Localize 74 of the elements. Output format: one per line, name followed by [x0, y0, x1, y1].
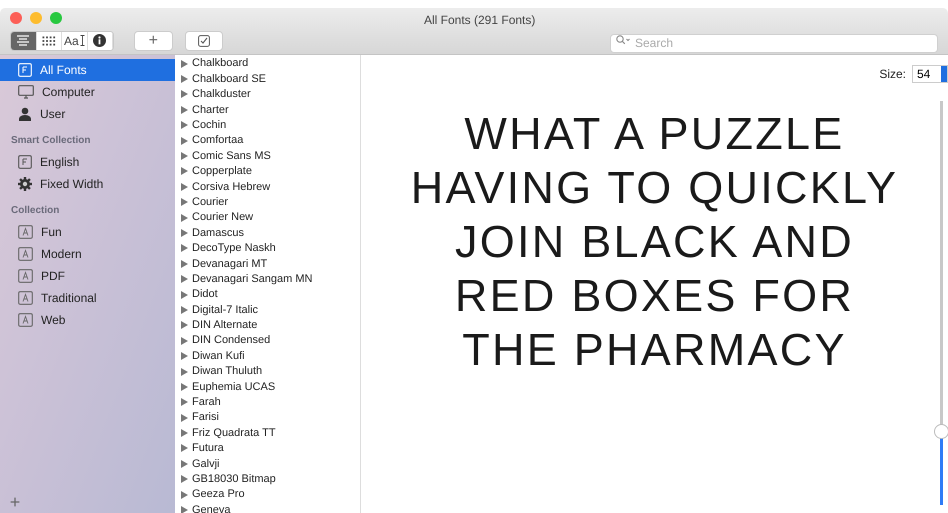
- sidebar-item[interactable]: Fun: [0, 221, 175, 243]
- font-list-item[interactable]: Galvji: [181, 456, 360, 472]
- preview-text-line: HAVING TO QUICKLY: [410, 161, 898, 215]
- collection-icon: [18, 291, 33, 305]
- font-file-icon: [18, 63, 32, 77]
- font-list-item[interactable]: Didot: [181, 286, 360, 302]
- font-list-item[interactable]: Diwan Thuluth: [181, 364, 360, 380]
- sidebar-item[interactable]: All Fonts: [0, 59, 175, 81]
- sidebar-item[interactable]: User: [0, 103, 175, 125]
- grid-icon: [42, 36, 56, 46]
- sidebar-item[interactable]: Traditional: [0, 287, 175, 309]
- font-list-item[interactable]: Friz Quadrata TT: [181, 425, 360, 441]
- slider-thumb[interactable]: [934, 424, 948, 440]
- view-mode-button[interactable]: [11, 32, 37, 50]
- font-list-item[interactable]: DecoType Naskh: [181, 240, 360, 256]
- sidebar-item[interactable]: Fixed Width: [0, 173, 175, 195]
- checkbox-icon: [198, 34, 210, 47]
- sample-label: Aa: [64, 32, 79, 50]
- font-list-item[interactable]: Digital-7 Italic: [181, 302, 360, 318]
- font-list-item[interactable]: Corsiva Hebrew: [181, 179, 360, 195]
- font-list-item[interactable]: Cochin: [181, 118, 360, 133]
- collection-icon: [18, 313, 33, 327]
- font-list-item[interactable]: Chalkduster: [181, 86, 360, 102]
- font-list-item[interactable]: Geeza Pro: [181, 486, 360, 502]
- sidebar-item[interactable]: Web: [0, 309, 175, 331]
- section-heading: Smart Collection: [10, 134, 92, 148]
- font-list-item[interactable]: Courier: [181, 194, 360, 210]
- preview-text-line: WHAT A PUZZLE: [464, 107, 845, 161]
- sidebar-item[interactable]: English: [0, 151, 175, 173]
- font-list-item[interactable]: Comic Sans MS: [181, 148, 360, 164]
- list-icon: [16, 35, 30, 46]
- person-icon: [18, 107, 32, 121]
- text-cursor-icon: [80, 35, 85, 46]
- font-list-item[interactable]: Diwan Kufi: [181, 348, 360, 364]
- font-list-item[interactable]: Futura: [181, 440, 360, 456]
- sidebar-item[interactable]: Modern: [0, 243, 175, 265]
- add-button[interactable]: +: [134, 30, 173, 51]
- collection-icon: [18, 225, 33, 239]
- font-file-icon: [18, 155, 32, 169]
- preview-text-line: JOIN BLACK AND: [454, 215, 854, 269]
- font-list-item[interactable]: DIN Condensed: [181, 333, 360, 348]
- font-list-item[interactable]: Geneva: [181, 502, 360, 513]
- font-list-item[interactable]: Damascus: [181, 225, 360, 241]
- font-list-item[interactable]: Comfortaa: [181, 132, 360, 148]
- window-title: All Fonts (291 Fonts): [424, 12, 536, 29]
- gear-icon: [18, 177, 32, 191]
- font-list-item[interactable]: DIN Alternate: [181, 318, 360, 334]
- view-mode-button[interactable]: Aa: [62, 32, 88, 50]
- collection-icon: [18, 269, 33, 283]
- sidebar-item[interactable]: Computer: [0, 81, 175, 103]
- close-button[interactable]: [10, 12, 22, 24]
- font-list-item[interactable]: Farisi: [181, 410, 360, 426]
- font-list-item[interactable]: GB18030 Bitmap: [181, 472, 360, 487]
- size-label: Size:: [879, 66, 906, 83]
- font-list-item[interactable]: Devanagari Sangam MN: [181, 271, 360, 287]
- search-field[interactable]: Search: [610, 34, 938, 53]
- font-list-item[interactable]: Courier New: [181, 210, 360, 226]
- section-heading: Collection: [10, 204, 60, 218]
- size-combo-box[interactable]: 54: [912, 65, 948, 83]
- search-icon: [616, 35, 631, 46]
- sidebar-item[interactable]: PDF: [0, 265, 175, 287]
- font-list-item[interactable]: Copperplate: [181, 164, 360, 180]
- font-list-item[interactable]: Euphemia UCAS: [181, 379, 360, 395]
- font-list-item[interactable]: Farah: [181, 394, 360, 410]
- check-button[interactable]: [184, 30, 223, 51]
- font-list-item[interactable]: Charter: [181, 102, 360, 118]
- monitor-icon: [18, 85, 34, 99]
- font-list-item[interactable]: Chalkboard: [181, 56, 360, 72]
- preview-text-line: RED BOXES FOR: [454, 269, 854, 323]
- info-icon: [93, 34, 106, 48]
- font-list-item[interactable]: Chalkboard SE: [181, 71, 360, 87]
- preview-text-line: THE PHARMACY: [462, 323, 847, 377]
- font-list-item[interactable]: Devanagari MT: [181, 256, 360, 272]
- collection-icon: [18, 247, 33, 261]
